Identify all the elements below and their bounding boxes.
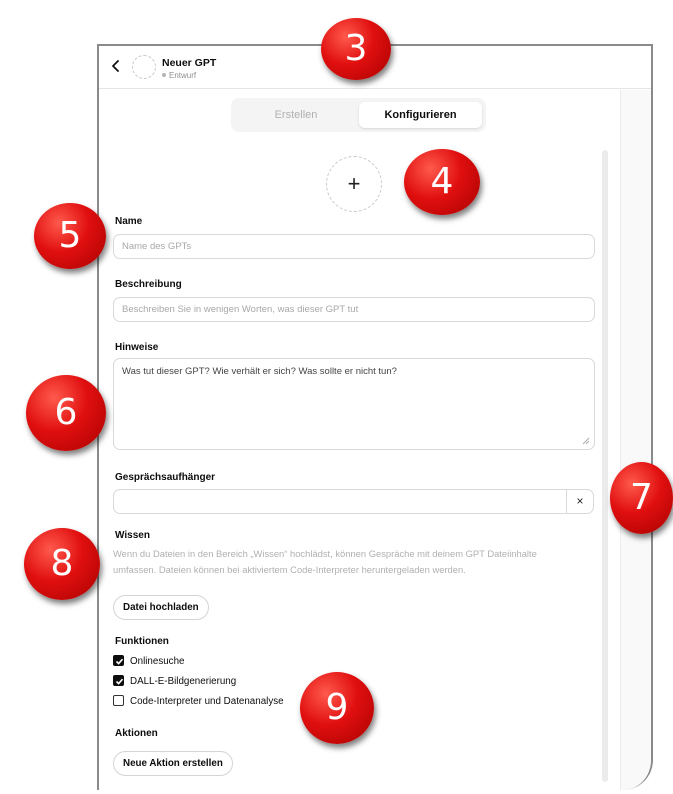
gpt-status-text: Entwurf bbox=[169, 71, 197, 80]
avatar-upload-button[interactable]: + bbox=[326, 156, 382, 212]
conversation-starters-label: Gesprächsaufhänger bbox=[115, 472, 216, 483]
instructions-placeholder: Was tut dieser GPT? Wie verhält er sich?… bbox=[122, 366, 397, 377]
annotation-badge-3: 3 bbox=[321, 18, 391, 80]
annotation-badge-4: 4 bbox=[404, 149, 480, 215]
status-dot-icon bbox=[162, 73, 166, 77]
resize-handle-icon[interactable] bbox=[582, 437, 590, 445]
upload-file-button[interactable]: Datei hochladen bbox=[113, 595, 209, 620]
instructions-textarea[interactable]: Was tut dieser GPT? Wie verhält er sich?… bbox=[113, 358, 595, 450]
scrollbar[interactable] bbox=[602, 150, 608, 782]
back-button[interactable] bbox=[109, 59, 123, 73]
annotation-badge-5: 5 bbox=[34, 203, 106, 269]
capability-label: Code-Interpreter und Datenanalyse bbox=[130, 696, 284, 707]
instructions-label: Hinweise bbox=[115, 342, 159, 353]
annotation-badge-9: 9 bbox=[300, 672, 374, 744]
actions-label: Aktionen bbox=[115, 728, 158, 739]
knowledge-description: Wenn du Dateien in den Bereich „Wissen“ … bbox=[113, 546, 603, 578]
description-label: Beschreibung bbox=[115, 279, 182, 290]
checkbox-unchecked-icon[interactable] bbox=[113, 695, 124, 706]
annotation-badge-6: 6 bbox=[26, 375, 106, 451]
conversation-starter-input[interactable]: × bbox=[113, 489, 594, 514]
capability-web-search[interactable]: Onlinesuche bbox=[113, 655, 184, 669]
mode-tabs: Erstellen Konfigurieren bbox=[231, 98, 486, 132]
capability-label: Onlinesuche bbox=[130, 656, 185, 667]
knowledge-description-line-1: Wenn du Dateien in den Bereich „Wissen“ … bbox=[113, 548, 537, 559]
capability-code-interpreter[interactable]: Code-Interpreter und Datenanalyse bbox=[113, 695, 284, 709]
checkbox-checked-icon[interactable] bbox=[113, 675, 124, 686]
capability-label: DALL-E-Bildgenerierung bbox=[130, 676, 237, 687]
create-action-button[interactable]: Neue Aktion erstellen bbox=[113, 751, 233, 776]
tab-configure[interactable]: Konfigurieren bbox=[359, 102, 482, 128]
capability-dalle[interactable]: DALL-E-Bildgenerierung bbox=[113, 675, 236, 689]
name-input[interactable]: Name des GPTs bbox=[113, 234, 595, 259]
annotation-badge-7: 7 bbox=[610, 462, 673, 534]
knowledge-label: Wissen bbox=[115, 530, 150, 541]
gpt-editor-window: Neuer GPT Entwurf Erstellen Konfiguriere… bbox=[97, 44, 653, 790]
capabilities-label: Funktionen bbox=[115, 636, 169, 647]
gpt-status: Entwurf bbox=[162, 71, 196, 80]
chevron-left-icon bbox=[112, 60, 119, 72]
description-input[interactable]: Beschreiben Sie in wenigen Worten, was d… bbox=[113, 297, 595, 322]
gpt-avatar bbox=[132, 55, 156, 79]
checkbox-checked-icon[interactable] bbox=[113, 655, 124, 666]
knowledge-description-line-2: umfassen. Dateien können bei aktiviertem… bbox=[113, 564, 466, 575]
annotation-badge-8: 8 bbox=[24, 528, 100, 600]
tab-create[interactable]: Erstellen bbox=[235, 102, 357, 128]
gpt-title: Neuer GPT bbox=[162, 57, 217, 69]
name-label: Name bbox=[115, 216, 143, 227]
close-icon: × bbox=[576, 494, 584, 508]
preview-panel bbox=[620, 90, 651, 790]
clear-starter-button[interactable]: × bbox=[566, 490, 593, 513]
